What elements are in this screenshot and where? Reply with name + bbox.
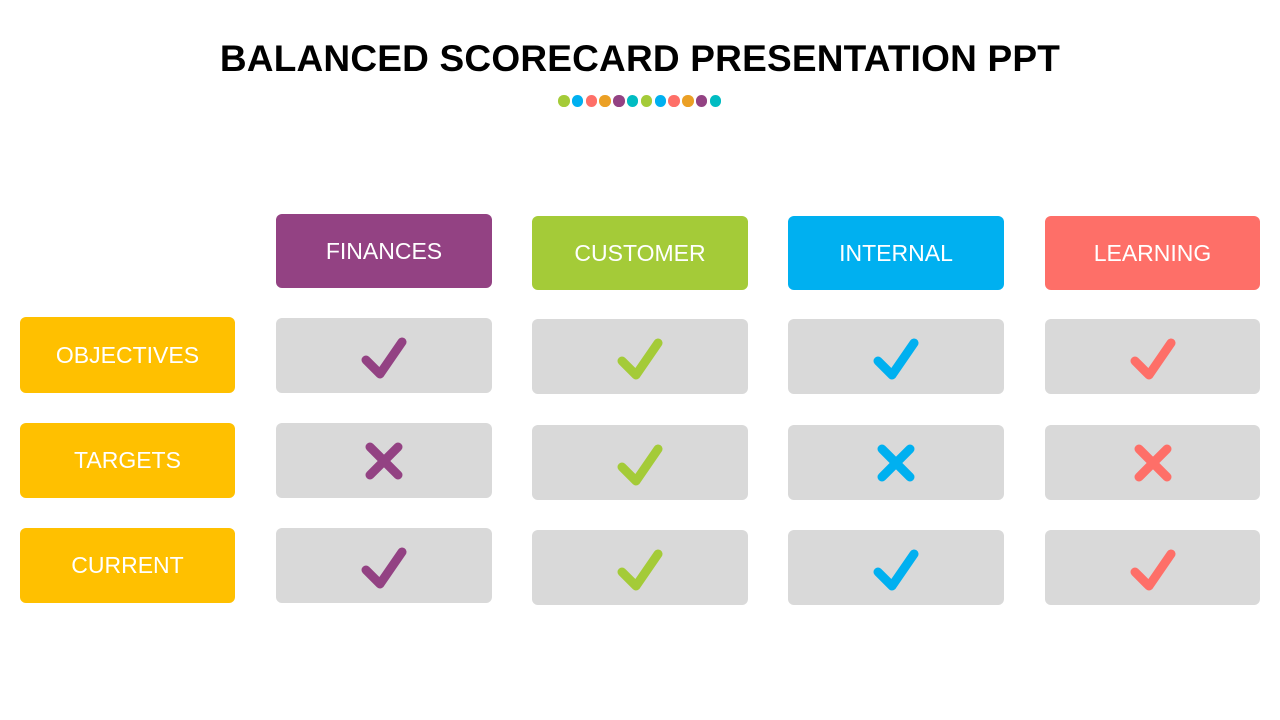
score-cell bbox=[276, 423, 492, 498]
score-cell bbox=[532, 425, 748, 500]
check-icon bbox=[873, 549, 919, 590]
check-icon bbox=[617, 549, 663, 590]
dot bbox=[668, 95, 680, 107]
column-header-label: CUSTOMER bbox=[574, 239, 706, 266]
score-cell bbox=[1045, 319, 1260, 394]
column-header-customer: CUSTOMER bbox=[532, 216, 748, 290]
check-icon bbox=[617, 444, 663, 485]
row-label-objectives: OBJECTIVES bbox=[20, 317, 235, 393]
cross-icon bbox=[365, 442, 403, 479]
dot bbox=[585, 95, 598, 107]
column-header-internal: INTERNAL bbox=[788, 216, 1004, 290]
check-icon bbox=[361, 547, 407, 588]
row-label-targets: TARGETS bbox=[20, 423, 235, 498]
row-label-text: TARGETS bbox=[74, 447, 181, 473]
row-label-text: CURRENT bbox=[71, 552, 184, 578]
score-cell bbox=[788, 530, 1004, 605]
score-cell bbox=[1045, 425, 1260, 500]
dot bbox=[613, 95, 625, 107]
row-label-text: OBJECTIVES bbox=[55, 341, 200, 368]
column-header-learning: LEARNING bbox=[1045, 216, 1260, 290]
score-cell bbox=[276, 318, 492, 393]
column-header-label: INTERNAL bbox=[839, 239, 953, 266]
dot bbox=[654, 95, 667, 107]
score-cell bbox=[788, 425, 1004, 500]
column-header-label: LEARNING bbox=[1093, 239, 1212, 266]
dot bbox=[626, 95, 639, 107]
decorative-dots bbox=[558, 95, 722, 107]
check-icon bbox=[617, 338, 663, 379]
check-icon bbox=[361, 337, 407, 378]
score-cell bbox=[532, 319, 748, 394]
cross-icon bbox=[1134, 444, 1171, 481]
score-cell bbox=[532, 530, 748, 605]
slide-title: BALANCED SCORECARD PRESENTATION PPT bbox=[219, 38, 1061, 79]
check-icon bbox=[1130, 338, 1175, 379]
dot bbox=[640, 95, 653, 107]
dot bbox=[558, 95, 570, 107]
check-icon bbox=[873, 338, 919, 379]
score-cell bbox=[276, 528, 492, 603]
check-icon bbox=[1130, 549, 1175, 590]
cross-icon bbox=[877, 444, 915, 481]
dot bbox=[599, 95, 611, 107]
dot bbox=[709, 95, 722, 107]
dot bbox=[682, 95, 694, 107]
column-header-finances: FINANCES bbox=[276, 214, 492, 288]
row-label-current: CURRENT bbox=[20, 528, 235, 603]
score-cell bbox=[1045, 530, 1260, 605]
column-header-label: FINANCES bbox=[325, 237, 443, 264]
dot bbox=[571, 95, 584, 107]
score-cell bbox=[788, 319, 1004, 394]
dot bbox=[695, 95, 708, 107]
